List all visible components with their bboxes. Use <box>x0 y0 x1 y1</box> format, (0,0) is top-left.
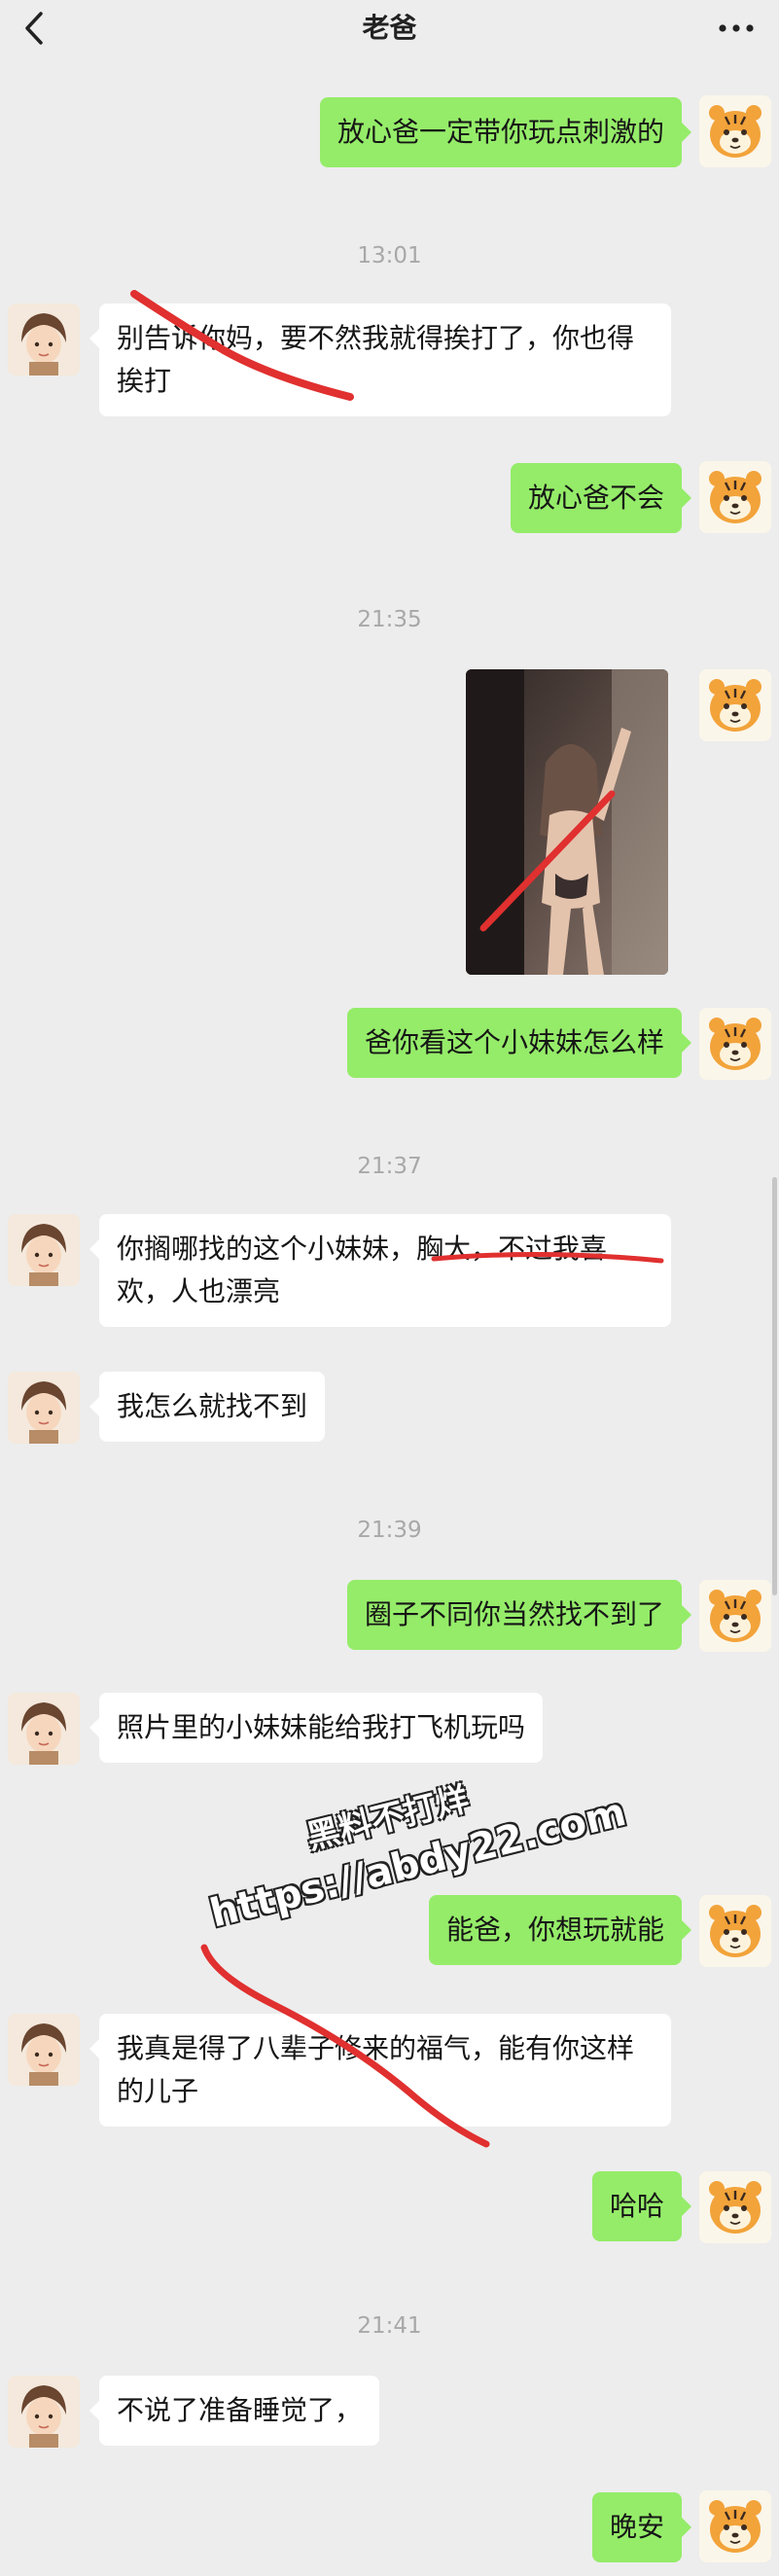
scrollbar[interactable] <box>772 1177 777 1595</box>
timestamp: 13:01 <box>357 243 422 268</box>
timestamp: 21:41 <box>357 2313 422 2339</box>
cartoon-tiger-icon <box>699 95 771 167</box>
dad-avatar[interactable] <box>8 304 80 376</box>
my-avatar[interactable] <box>699 2490 771 2562</box>
my-avatar[interactable] <box>699 1008 771 1080</box>
photo-message[interactable] <box>466 669 668 975</box>
my-avatar[interactable] <box>699 2171 771 2243</box>
dad-avatar[interactable] <box>8 2014 80 2086</box>
cartoon-boy-icon <box>8 2014 80 2086</box>
message-bubble-outgoing[interactable]: 放心爸不会 <box>510 463 692 533</box>
message-bubble-outgoing[interactable]: 晚安 <box>591 2492 692 2562</box>
message-bubble-incoming[interactable]: 不说了准备睡觉了， <box>89 2376 380 2446</box>
message-bubble-incoming[interactable]: 我真是得了八辈子修来的福气，能有你这样的儿子 <box>89 2014 671 2127</box>
cartoon-tiger-icon <box>699 1895 771 1967</box>
my-avatar[interactable] <box>699 461 771 533</box>
watermark-title: 黑料不打烊 <box>302 1779 473 1858</box>
my-avatar[interactable] <box>699 1580 771 1652</box>
photo-image <box>466 669 668 975</box>
dad-avatar[interactable] <box>8 1693 80 1765</box>
cartoon-boy-icon <box>8 1214 80 1286</box>
chat-title: 老爸 <box>362 12 417 44</box>
cartoon-boy-icon <box>8 304 80 376</box>
more-options-icon[interactable] <box>715 14 758 43</box>
cartoon-tiger-icon <box>699 669 771 741</box>
message-bubble-outgoing[interactable]: 哈哈 <box>591 2171 692 2241</box>
my-avatar[interactable] <box>699 669 771 741</box>
timestamp: 21:37 <box>357 1154 422 1179</box>
dad-avatar[interactable] <box>8 1214 80 1286</box>
dad-avatar[interactable] <box>8 2376 80 2448</box>
cartoon-boy-icon <box>8 2376 80 2448</box>
my-avatar[interactable] <box>699 1895 771 1967</box>
message-bubble-incoming[interactable]: 你搁哪找的这个小妹妹，胸大，不过我喜欢，人也漂亮 <box>89 1214 671 1327</box>
cartoon-tiger-icon <box>699 1580 771 1652</box>
cartoon-tiger-icon <box>699 461 771 533</box>
timestamp: 21:39 <box>357 1518 422 1543</box>
message-bubble-outgoing[interactable]: 爸你看这个小妹妹怎么样 <box>346 1008 692 1078</box>
cartoon-boy-icon <box>8 1693 80 1765</box>
chat-header: 老爸 <box>0 0 779 56</box>
message-bubble-incoming[interactable]: 我怎么就找不到 <box>89 1372 326 1442</box>
cartoon-tiger-icon <box>699 2171 771 2243</box>
cartoon-tiger-icon <box>699 2490 771 2562</box>
message-bubble-incoming[interactable]: 照片里的小妹妹能给我打飞机玩吗 <box>89 1693 544 1763</box>
timestamp: 21:35 <box>357 607 422 632</box>
dad-avatar[interactable] <box>8 1372 80 1444</box>
my-avatar[interactable] <box>699 95 771 167</box>
cartoon-boy-icon <box>8 1372 80 1444</box>
message-bubble-outgoing[interactable]: 能爸，你想玩就能 <box>428 1895 692 1965</box>
cartoon-tiger-icon <box>699 1008 771 1080</box>
message-bubble-incoming[interactable]: 别告诉你妈，要不然我就得挨打了，你也得挨打 <box>89 304 671 416</box>
message-bubble-outgoing[interactable]: 圈子不同你当然找不到了 <box>346 1580 692 1650</box>
message-bubble-outgoing[interactable]: 放心爸一定带你玩点刺激的 <box>319 97 692 167</box>
